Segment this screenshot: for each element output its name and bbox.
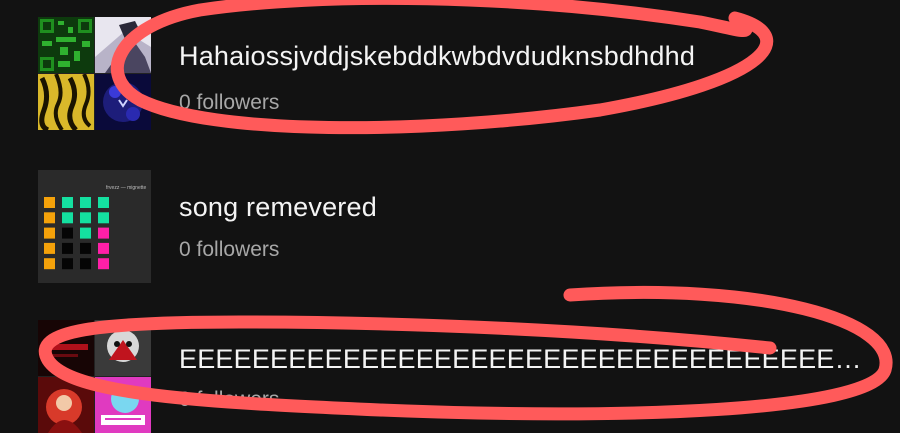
cover-tile	[95, 320, 151, 376]
pixel-cell	[44, 197, 55, 208]
pixel-cell	[80, 212, 91, 224]
playlist-item-1[interactable]: Hahaiossjvddjskebddkwbdvdudknsbdhdhd 0 f…	[0, 17, 900, 132]
cover-tile	[95, 377, 151, 433]
pixel-cell	[80, 227, 91, 239]
pixel-cell	[44, 258, 55, 270]
cover-label: frvezz — mignette	[106, 185, 147, 191]
pixel-cell	[62, 197, 73, 208]
pixel-cell	[98, 242, 109, 254]
playlist-title: Hahaiossjvddjskebddkwbdvdudknsbdhdhd	[179, 41, 696, 71]
cover-tile	[38, 377, 94, 433]
playlist-title: EEEEEEEEEEEEEEEEEEEEEEEEEEEEEEEEEEEEEEEE…	[179, 344, 869, 374]
pixel-cell	[98, 258, 109, 270]
playlist-followers: 0 followers	[179, 238, 280, 261]
pixel-cell	[62, 227, 73, 239]
playlist-followers: 0 followers	[179, 91, 280, 114]
pixel-cell	[80, 258, 91, 270]
playlist-title: song remevered	[179, 192, 377, 222]
playlist-item-2[interactable]: frvezz — mignette song remevered 0 follo…	[0, 170, 900, 283]
cover-tile	[95, 17, 151, 73]
playlist-followers: 0 followers	[179, 388, 280, 411]
pixel-cell	[98, 227, 109, 239]
playlist-cover	[38, 17, 151, 130]
pixel-cell	[98, 197, 109, 208]
pixel-cell	[44, 227, 55, 239]
pixel-cell	[80, 242, 91, 254]
cover-tile	[38, 17, 94, 73]
pixel-cell	[44, 242, 55, 254]
pixel-cell	[44, 212, 55, 224]
playlist-cover	[38, 320, 151, 433]
cover-tile	[95, 74, 151, 130]
pixel-cell	[98, 212, 109, 224]
pixel-cell	[62, 242, 73, 254]
pixel-cell	[62, 212, 73, 224]
playlist-item-3[interactable]: EEEEEEEEEEEEEEEEEEEEEEEEEEEEEEEEEEEEEEEE…	[0, 320, 900, 433]
cover-tile	[38, 320, 94, 376]
playlist-cover: frvezz — mignette	[38, 170, 151, 283]
cover-tile	[38, 74, 94, 130]
pixel-cell	[80, 197, 91, 208]
pixel-cell	[62, 258, 73, 270]
